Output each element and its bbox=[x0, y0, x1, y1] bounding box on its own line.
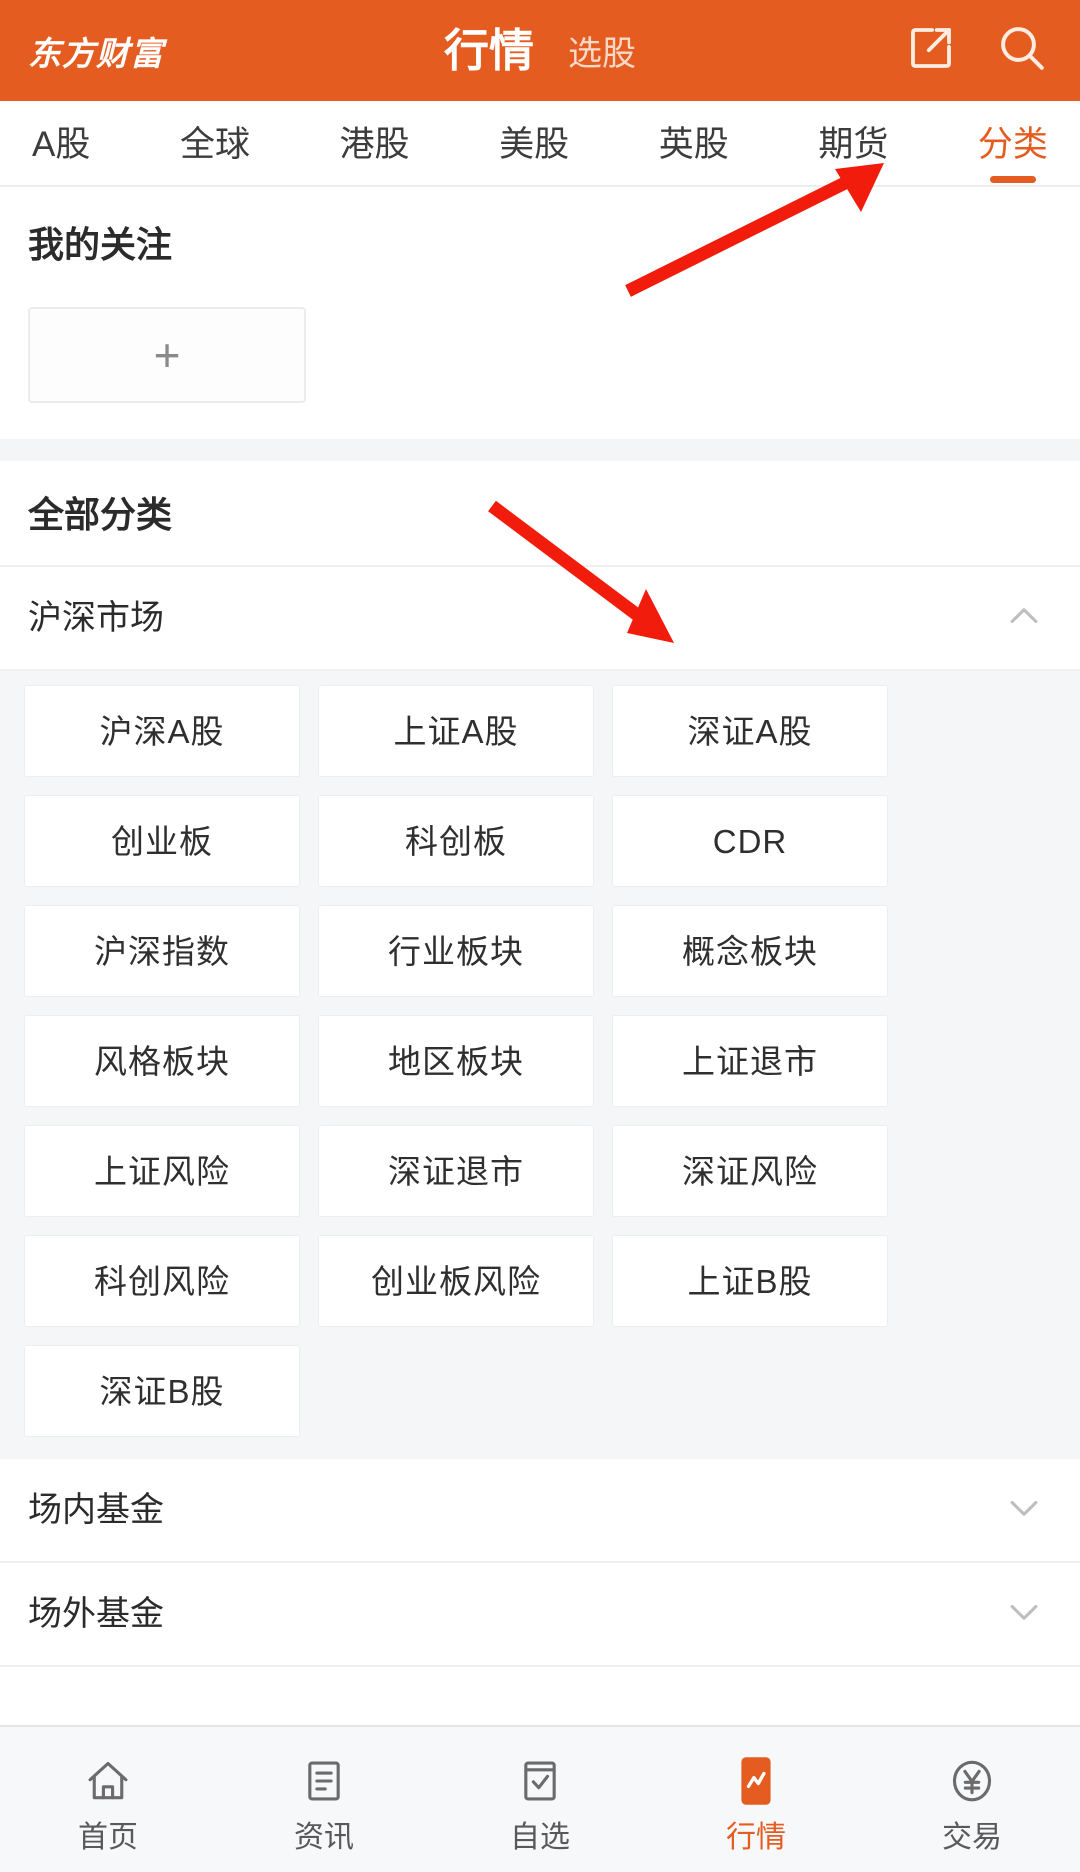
hushen-category-grid-wrap: 沪深A股 上证A股 深证A股 创业板 科创板 CDR 沪深指数 行业板块 概念板… bbox=[0, 671, 1080, 1459]
nav-item-news[interactable]: 资讯 bbox=[216, 1753, 432, 1853]
category-hushen-a-shares[interactable]: 沪深A股 bbox=[24, 685, 300, 777]
section-divider-band bbox=[0, 439, 1080, 461]
group-label: 沪深市场 bbox=[28, 599, 164, 637]
category-label: 上证风险 bbox=[94, 1152, 230, 1190]
category-hushen-index[interactable]: 沪深指数 bbox=[24, 905, 300, 997]
nav-label: 交易 bbox=[942, 1820, 1002, 1854]
nav-item-home[interactable]: 首页 bbox=[0, 1753, 216, 1853]
tab-us-stocks[interactable]: 美股 bbox=[497, 106, 571, 181]
bottom-navigation-bar: 首页 资讯 自选 行情 交易 bbox=[0, 1725, 1080, 1872]
tab-label: 分类 bbox=[977, 124, 1048, 164]
tab-futures[interactable]: 期货 bbox=[816, 106, 890, 181]
group-header-hushen-market[interactable]: 沪深市场 bbox=[0, 567, 1080, 671]
category-label: 概念板块 bbox=[682, 932, 818, 970]
tab-uk-stocks[interactable]: 英股 bbox=[657, 106, 731, 181]
share-external-icon[interactable] bbox=[904, 21, 958, 80]
add-watchlist-button[interactable]: + bbox=[28, 307, 306, 403]
app-header: 东方财富 行情 选股 bbox=[0, 0, 1080, 101]
nav-label: 首页 bbox=[78, 1820, 138, 1854]
header-actions bbox=[904, 20, 1050, 81]
group-header-otc-fund[interactable]: 场外基金 bbox=[0, 1563, 1080, 1667]
category-shenzhen-b-shares[interactable]: 深证B股 bbox=[24, 1345, 300, 1437]
category-label: 深证A股 bbox=[687, 712, 813, 750]
category-label: 深证B股 bbox=[99, 1372, 225, 1410]
category-style-sector[interactable]: 风格板块 bbox=[24, 1015, 300, 1107]
chart-trend-icon bbox=[731, 1753, 781, 1809]
nav-label: 资讯 bbox=[294, 1820, 354, 1854]
tab-global[interactable]: 全球 bbox=[178, 106, 252, 181]
category-chinext-risk[interactable]: 创业板风险 bbox=[318, 1235, 594, 1327]
category-region-sector[interactable]: 地区板块 bbox=[318, 1015, 594, 1107]
chevron-up-icon[interactable] bbox=[1002, 594, 1046, 643]
category-label: 创业板风险 bbox=[371, 1262, 541, 1300]
nav-label: 自选 bbox=[510, 1820, 570, 1854]
tab-label: 全球 bbox=[179, 124, 250, 164]
tab-a-shares[interactable]: A股 bbox=[30, 106, 92, 181]
category-label: 上证退市 bbox=[682, 1042, 818, 1080]
category-label: 风格板块 bbox=[94, 1042, 230, 1080]
category-label: 上证B股 bbox=[687, 1262, 813, 1300]
category-label: 行业板块 bbox=[388, 932, 524, 970]
tab-categories[interactable]: 分类 bbox=[976, 106, 1050, 183]
active-tab-underline bbox=[989, 175, 1036, 183]
category-concept-sector[interactable]: 概念板块 bbox=[612, 905, 888, 997]
home-icon bbox=[83, 1753, 133, 1809]
category-label: 上证A股 bbox=[393, 712, 519, 750]
category-shenzhen-a-shares[interactable]: 深证A股 bbox=[612, 685, 888, 777]
category-label: 沪深指数 bbox=[94, 932, 230, 970]
category-label: 深证风险 bbox=[682, 1152, 818, 1190]
category-label: 创业板 bbox=[111, 822, 213, 860]
category-industry-sector[interactable]: 行业板块 bbox=[318, 905, 594, 997]
group-label: 场内基金 bbox=[28, 1491, 164, 1529]
category-shenzhen-risk[interactable]: 深证风险 bbox=[612, 1125, 888, 1217]
news-document-icon bbox=[299, 1753, 349, 1809]
category-shanghai-risk[interactable]: 上证风险 bbox=[24, 1125, 300, 1217]
nav-item-watchlist[interactable]: 自选 bbox=[432, 1753, 648, 1853]
category-cdr[interactable]: CDR bbox=[612, 795, 888, 887]
my-watchlist-section: 我的关注 + bbox=[0, 187, 1080, 439]
category-star-market[interactable]: 科创板 bbox=[318, 795, 594, 887]
hushen-category-grid: 沪深A股 上证A股 深证A股 创业板 科创板 CDR 沪深指数 行业板块 概念板… bbox=[24, 685, 1056, 1437]
market-tab-bar: A股 全球 港股 美股 英股 期货 分类 bbox=[0, 101, 1080, 187]
chevron-down-icon[interactable] bbox=[1002, 1486, 1046, 1535]
group-label: 场外基金 bbox=[28, 1595, 164, 1633]
category-shenzhen-delisted[interactable]: 深证退市 bbox=[318, 1125, 594, 1217]
category-shanghai-b-shares[interactable]: 上证B股 bbox=[612, 1235, 888, 1327]
tab-hk-stocks[interactable]: 港股 bbox=[338, 106, 412, 181]
nav-item-quotes[interactable]: 行情 bbox=[648, 1753, 864, 1853]
watchlist-title: 我的关注 bbox=[28, 224, 173, 265]
all-categories-header: 全部分类 bbox=[0, 461, 1080, 567]
page-title-stock-picker[interactable]: 选股 bbox=[568, 31, 636, 71]
tab-label: 期货 bbox=[818, 124, 889, 164]
category-shanghai-delisted[interactable]: 上证退市 bbox=[612, 1015, 888, 1107]
tab-label: 英股 bbox=[658, 124, 729, 164]
page-title-quotes[interactable]: 行情 bbox=[444, 28, 534, 73]
category-label: CDR bbox=[712, 822, 788, 860]
tab-label: A股 bbox=[32, 124, 91, 164]
category-shanghai-a-shares[interactable]: 上证A股 bbox=[318, 685, 594, 777]
group-header-exchange-traded-fund[interactable]: 场内基金 bbox=[0, 1459, 1080, 1563]
chevron-down-icon[interactable] bbox=[1002, 1590, 1046, 1639]
plus-icon: + bbox=[153, 329, 181, 381]
search-icon[interactable] bbox=[994, 20, 1050, 81]
yen-circle-icon bbox=[947, 1753, 997, 1809]
category-label: 科创板 bbox=[405, 822, 507, 860]
category-label: 科创风险 bbox=[94, 1262, 230, 1300]
all-categories-title: 全部分类 bbox=[28, 494, 173, 535]
category-star-risk[interactable]: 科创风险 bbox=[24, 1235, 300, 1327]
brand-logo: 东方财富 bbox=[28, 34, 164, 72]
category-label: 沪深A股 bbox=[99, 712, 225, 750]
category-chinext[interactable]: 创业板 bbox=[24, 795, 300, 887]
category-label: 深证退市 bbox=[388, 1152, 524, 1190]
nav-item-trade[interactable]: 交易 bbox=[864, 1753, 1080, 1853]
nav-label: 行情 bbox=[726, 1820, 786, 1854]
checkbox-list-icon bbox=[515, 1753, 565, 1809]
tab-label: 港股 bbox=[339, 124, 410, 164]
tab-label: 美股 bbox=[499, 124, 570, 164]
category-label: 地区板块 bbox=[388, 1042, 524, 1080]
